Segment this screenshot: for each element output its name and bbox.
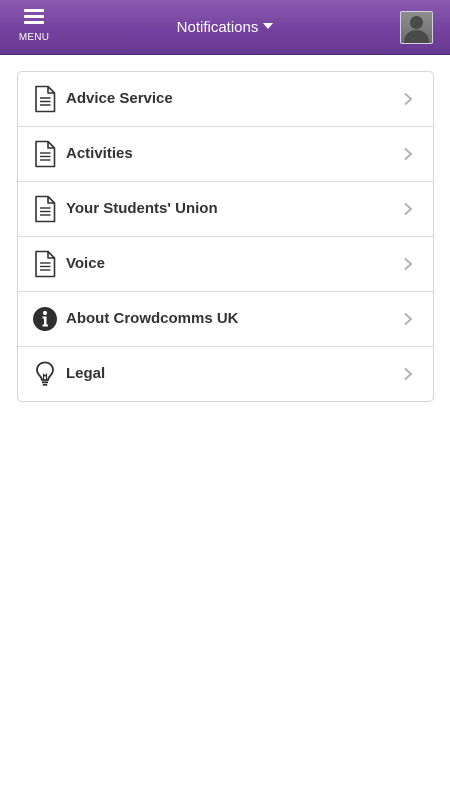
menu-button[interactable]: MENU: [12, 6, 56, 48]
document-icon: [35, 85, 56, 113]
chevron-right-icon: [404, 147, 413, 161]
list-item-label: Your Students' Union: [66, 200, 218, 217]
chevron-right-icon: [404, 202, 413, 216]
list-item-advice-service[interactable]: Advice Service: [18, 72, 433, 127]
top-nav-bar: MENU Notifications: [0, 0, 450, 55]
menu-list: Advice Service Activities Your Students'…: [17, 71, 434, 402]
list-item-label: About Crowdcomms UK: [66, 310, 239, 327]
user-avatar-icon: [410, 16, 423, 29]
info-icon: [33, 307, 57, 331]
chevron-right-icon: [404, 312, 413, 326]
lightbulb-icon: [36, 361, 54, 386]
app-screen: MENU Notifications Advice Service Activi…: [0, 0, 450, 800]
document-icon: [35, 140, 56, 168]
list-item-activities[interactable]: Activities: [18, 127, 433, 182]
hamburger-menu-icon: [24, 9, 44, 25]
menu-label: MENU: [18, 32, 50, 43]
notifications-dropdown[interactable]: Notifications: [165, 14, 285, 40]
list-item-legal[interactable]: Legal: [18, 347, 433, 401]
document-icon: [35, 195, 56, 223]
list-item-voice[interactable]: Voice: [18, 237, 433, 292]
document-icon: [35, 250, 56, 278]
chevron-right-icon: [404, 257, 413, 271]
notifications-label: Notifications: [176, 18, 259, 36]
list-item-label: Activities: [66, 145, 133, 162]
list-item-your-students-union[interactable]: Your Students' Union: [18, 182, 433, 237]
user-avatar-button[interactable]: [400, 11, 433, 44]
chevron-right-icon: [404, 92, 413, 106]
caret-down-icon: [263, 22, 274, 29]
list-item-label: Advice Service: [66, 90, 173, 107]
list-item-label: Legal: [66, 365, 106, 382]
list-item-about-crowdcomms-uk[interactable]: About Crowdcomms UK: [18, 292, 433, 347]
chevron-right-icon: [404, 367, 413, 381]
list-item-label: Voice: [66, 255, 105, 272]
